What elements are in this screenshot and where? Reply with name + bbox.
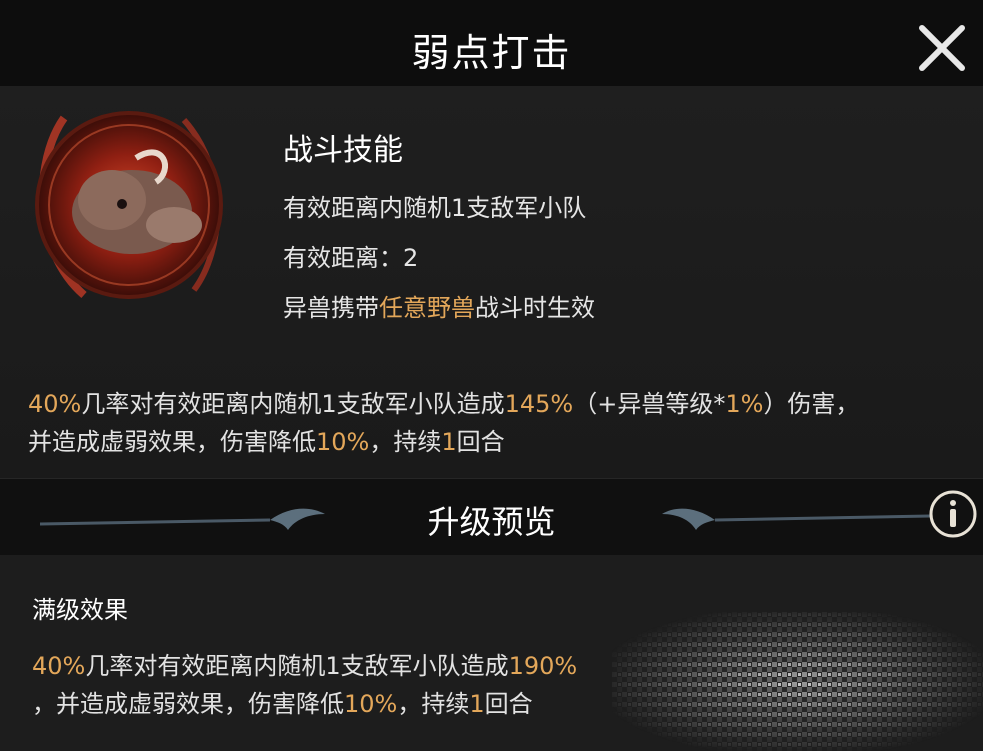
effect-text: 回合 bbox=[456, 428, 505, 456]
effect-reduction: 10% bbox=[316, 428, 370, 456]
effect-reduction: 10% bbox=[344, 690, 398, 718]
close-button[interactable] bbox=[912, 18, 972, 78]
effect-text: ）伤害， bbox=[763, 390, 860, 418]
skill-icon bbox=[24, 100, 234, 310]
range-value: 2 bbox=[403, 244, 419, 272]
skill-range: 有效距离：2 bbox=[283, 238, 418, 273]
effect-text: 几率对有效距离内随机1支敌军小队造成 bbox=[85, 652, 509, 680]
effect-text: ，持续 bbox=[369, 428, 442, 456]
skill-condition: 异兽携带任意野兽战斗时生效 bbox=[283, 288, 595, 323]
close-icon bbox=[919, 25, 965, 71]
current-effect-description: 40%几率对有效距离内随机1支敌军小队造成145%（+异兽等级*1%）伤害， 并造… bbox=[28, 385, 968, 461]
condition-suffix: 战斗时生效 bbox=[475, 294, 595, 322]
effect-text: 并造成虚弱效果，伤害降低 bbox=[28, 428, 316, 456]
condition-highlight: 任意野兽 bbox=[379, 294, 475, 322]
effect-text: 回合 bbox=[484, 690, 533, 718]
skill-type: 战斗技能 bbox=[283, 133, 403, 168]
effect-text: （+异兽等级* bbox=[573, 390, 726, 418]
right-ornament bbox=[662, 508, 930, 530]
effect-text: 几率对有效距离内随机1支敌军小队造成 bbox=[81, 390, 505, 418]
info-button[interactable] bbox=[927, 488, 979, 540]
range-label: 有效距离： bbox=[283, 244, 403, 272]
effect-damage: 190% bbox=[508, 652, 578, 680]
effect-scaling: 1% bbox=[725, 390, 764, 418]
page-title: 弱点打击 bbox=[411, 31, 572, 75]
effect-duration: 1 bbox=[441, 428, 457, 456]
pixelated-watermark bbox=[612, 612, 983, 751]
condition-prefix: 异兽携带 bbox=[283, 294, 379, 322]
info-icon bbox=[929, 490, 977, 538]
effect-duration: 1 bbox=[469, 690, 485, 718]
effect-text: ，并造成虚弱效果，伤害降低 bbox=[32, 690, 344, 718]
effect-chance: 40% bbox=[28, 390, 82, 418]
skill-target: 有效距离内随机1支敌军小队 bbox=[283, 194, 587, 222]
max-level-label: 满级效果 bbox=[32, 596, 128, 624]
effect-text: ，持续 bbox=[397, 690, 470, 718]
effect-chance: 40% bbox=[32, 652, 86, 680]
effect-damage: 145% bbox=[504, 390, 574, 418]
